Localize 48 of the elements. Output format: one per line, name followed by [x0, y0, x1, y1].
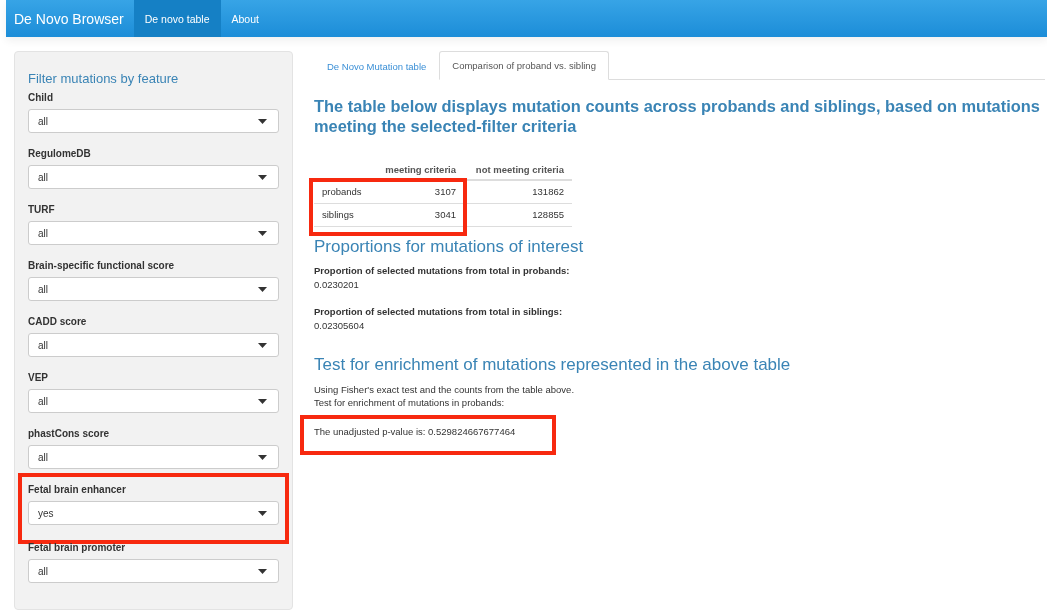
filter-label: CADD score [28, 316, 88, 329]
caret-icon [258, 568, 267, 574]
filter-select[interactable]: all [28, 165, 279, 189]
caret-icon [258, 454, 267, 460]
table-cell: 3107 [372, 180, 464, 203]
proportion-value: 0.02305604 [314, 319, 366, 331]
filter-select[interactable]: all [28, 221, 279, 245]
tab[interactable]: Comparison of proband vs. sibling [439, 51, 609, 80]
caret-icon [258, 118, 267, 124]
caret-icon [258, 342, 267, 348]
caret-icon [258, 286, 267, 292]
sidebar-title: Filter mutations by feature [28, 71, 180, 86]
filter-select[interactable]: all [28, 333, 279, 357]
caret-icon [258, 230, 267, 236]
proportion-label: Proportion of selected mutations from total in siblings: [314, 305, 564, 317]
p-value-text: The unadjusted p-value is: 0.529824667677464 [300, 414, 556, 455]
section-heading: Test for enrichment of mutations represented in the above table [314, 354, 792, 375]
filter-select[interactable]: all [28, 389, 279, 413]
filter-select[interactable]: all [28, 109, 279, 133]
table-cell: siblings [314, 203, 372, 226]
filter-select[interactable]: all [28, 445, 279, 469]
filter-select[interactable]: all [28, 277, 279, 301]
filter-label: TURF [28, 204, 56, 217]
filter-label: VEP [28, 372, 49, 385]
page-heading: The table below displays mutation counts across probands and siblings, based on mutations meeting the selected-filter criteria [314, 96, 1041, 136]
caret-icon [258, 510, 267, 516]
column-header: meeting criteria [372, 160, 464, 180]
table-cell: 3041 [372, 203, 464, 226]
proportion-value: 0.0230201 [314, 278, 360, 290]
caret-icon [258, 398, 267, 404]
column-header: not meeting criteria [464, 160, 572, 180]
filter-label: phastCons score [28, 428, 111, 441]
section-heading: Proportions for mutations of interest [314, 236, 585, 257]
filter-label: Fetal brain promoter [28, 542, 127, 555]
filter-label: Brain-specific functional score [28, 260, 176, 273]
table-cell: probands [314, 180, 372, 203]
proportion-label: Proportion of selected mutations from total in probands: [314, 264, 571, 276]
filter-label: Child [28, 92, 54, 105]
filter-select[interactable]: yes [28, 501, 279, 525]
filter-select[interactable]: all [28, 559, 279, 583]
caret-icon [258, 174, 267, 180]
description-text: Using Fisher's exact test and the counts from the table above. [314, 382, 576, 396]
filter-label: RegulomeDB [28, 148, 92, 161]
table-cell: 131862 [464, 180, 572, 203]
filter-label: Fetal brain enhancer [28, 484, 127, 497]
description-text: Test for enrichment of mutations in probands: [314, 395, 506, 409]
nav-link[interactable]: De novo table [133, 0, 221, 37]
table-cell: 128855 [464, 203, 572, 226]
